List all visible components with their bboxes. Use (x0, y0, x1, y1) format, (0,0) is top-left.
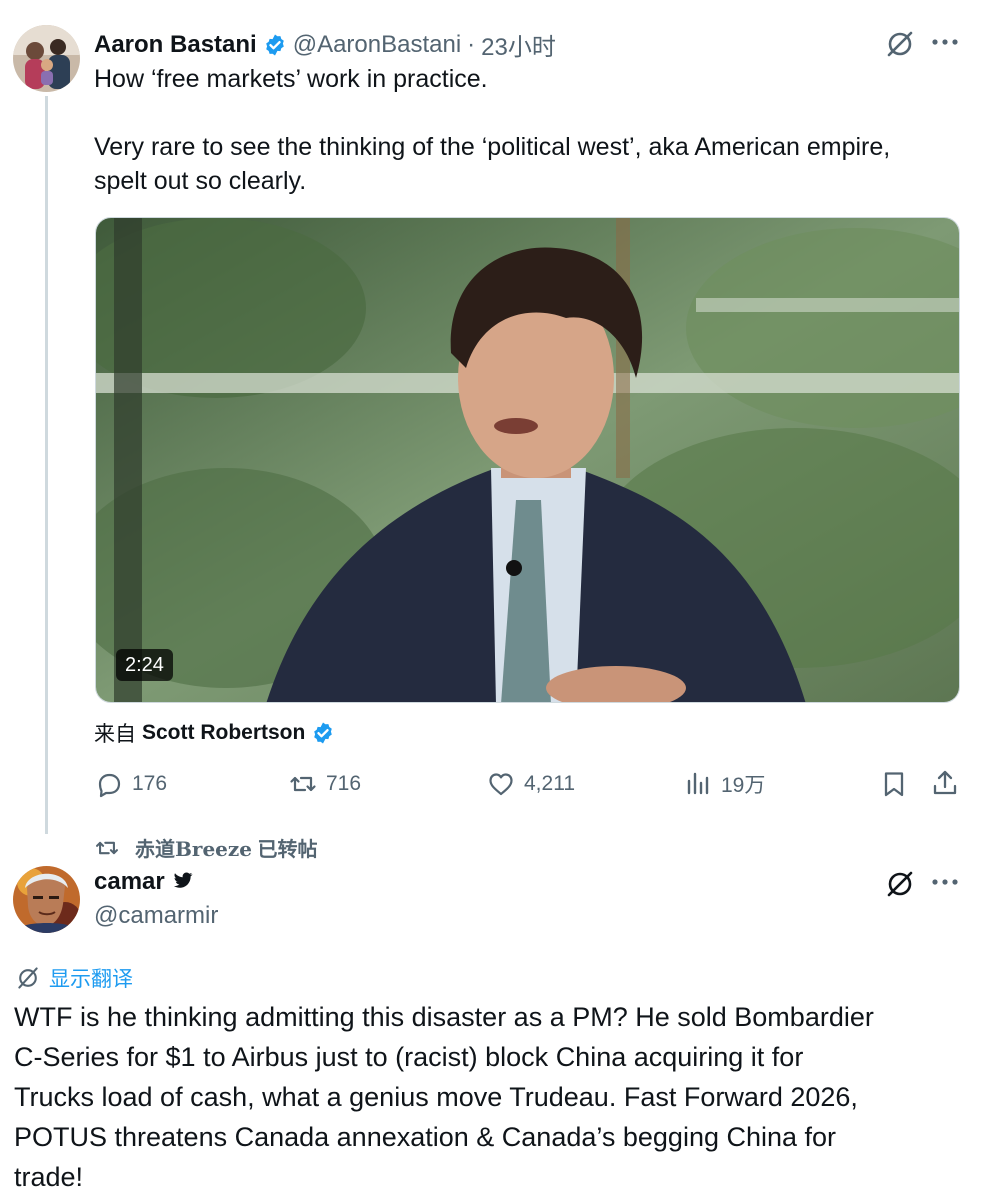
like-icon (489, 773, 513, 796)
grok-icon[interactable] (884, 868, 916, 900)
tweet1-header: Aaron Bastani @AaronBastani · 23小时 (94, 27, 556, 62)
tweet-text-line: Very rare to see the thinking of the ‘po… (94, 133, 891, 161)
translate-button[interactable]: 显示翻译 (15, 963, 133, 993)
tweet2-text: WTF is he thinking admitting this disast… (14, 997, 984, 1197)
twitter-bird-icon (171, 869, 195, 896)
retweet-icon (290, 776, 316, 792)
video-source: 来自 Scott Robertson (94, 718, 335, 748)
retweeter-name[interactable]: 赤道Breeze (135, 837, 252, 861)
more-icon[interactable] (930, 30, 960, 54)
reply-icon (98, 773, 121, 798)
translate-icon (18, 967, 38, 989)
meta-separator: · (467, 30, 476, 58)
avatar-image (13, 866, 80, 933)
share-button[interactable] (930, 768, 960, 798)
retweet-icon (95, 841, 119, 854)
tweet2-header: camar (94, 868, 195, 896)
tweet-text-line: POTUS threatens Canada annexation & Cana… (14, 1122, 837, 1152)
tweet1-text: How ‘free markets’ work in practice. Ver… (94, 62, 964, 198)
tweet-text-line: How ‘free markets’ work in practice. (94, 65, 488, 93)
video-duration: 2:24 (116, 649, 173, 681)
views-button[interactable]: 19万 (683, 769, 765, 799)
reply-button[interactable]: 176 (94, 769, 167, 799)
verified-badge-icon (311, 721, 335, 745)
video-player[interactable] (95, 217, 960, 703)
avatar-aaron[interactable] (13, 25, 80, 92)
like-button[interactable]: 4,211 (486, 769, 575, 799)
reply-count: 176 (132, 772, 168, 795)
tweet-text-line: Trucks load of cash, what a genius move … (14, 1082, 858, 1112)
retweet-notice: 赤道Breeze 已转帖 (93, 833, 318, 862)
source-name[interactable]: Scott Robertson (142, 721, 305, 745)
author-handle[interactable]: @AaronBastani (293, 31, 461, 59)
more-icon[interactable] (930, 870, 960, 894)
like-count: 4,211 (524, 772, 575, 795)
tweet-text-line: WTF is he thinking admitting this disast… (14, 1002, 874, 1032)
avatar-image (13, 25, 80, 92)
views-count: 19万 (721, 774, 766, 797)
bookmark-button[interactable] (879, 769, 909, 799)
author-name[interactable]: Aaron Bastani (94, 31, 257, 59)
avatar-camar[interactable] (13, 866, 80, 933)
bookmark-icon (884, 772, 904, 797)
thread-line (45, 96, 48, 834)
retweet-count: 716 (326, 772, 362, 795)
grok-icon[interactable] (884, 28, 916, 60)
tweet-time[interactable]: 23小时 (481, 27, 556, 62)
tweet-text-line: C-Series for $1 to Airbus just to (racis… (14, 1042, 804, 1072)
tweet-text-line: trade! (14, 1162, 84, 1192)
share-icon (933, 770, 957, 795)
tweet-text-line: spelt out so clearly. (94, 167, 307, 195)
views-icon (687, 772, 709, 795)
author-handle[interactable]: @camarmir (94, 902, 218, 930)
source-prefix: 来自 (94, 723, 136, 746)
retweet-button[interactable]: 716 (288, 769, 361, 799)
verified-badge-icon (263, 33, 287, 57)
video-thumbnail (96, 218, 959, 702)
author-name[interactable]: camar (94, 868, 165, 896)
translate-label: 显示翻译 (49, 968, 133, 991)
retweet-suffix: 已转帖 (257, 839, 318, 861)
